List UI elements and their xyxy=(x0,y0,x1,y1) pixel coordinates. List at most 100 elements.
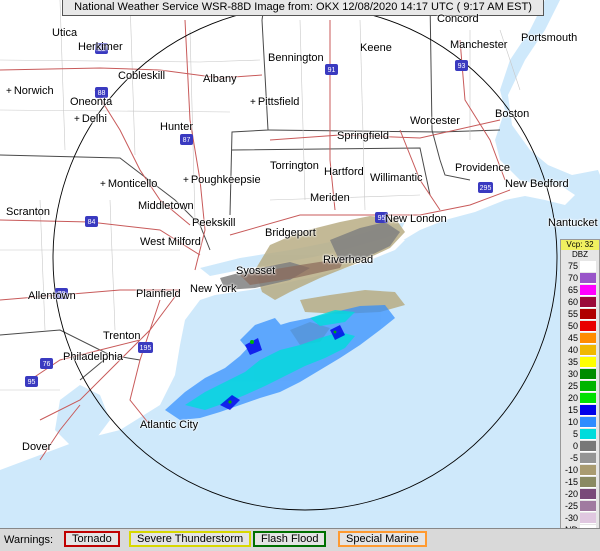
legend-color-swatch xyxy=(580,344,596,356)
warning-flash-flood-button[interactable]: Flash Flood xyxy=(253,531,327,547)
radar-map: 90 91 93 88 87 84 95 78 76 95 195 295 xyxy=(0,0,600,528)
city-label: Bridgeport xyxy=(265,227,316,239)
legend-color-swatch xyxy=(580,260,596,272)
city-label: Delhi xyxy=(74,113,107,126)
city-label: Bennington xyxy=(268,52,324,64)
warning-special-marine-button[interactable]: Special Marine xyxy=(338,531,427,547)
legend-color-swatch xyxy=(580,440,596,452)
legend-level-label: -25 xyxy=(564,501,578,511)
legend-color-swatch xyxy=(580,464,596,476)
city-label: Portsmouth xyxy=(521,32,578,44)
legend-color-swatch xyxy=(580,296,596,308)
city-label: Worcester xyxy=(410,115,460,127)
legend-row: -30 xyxy=(561,512,599,524)
legend-color-swatch xyxy=(580,500,596,512)
legend-color-swatch xyxy=(580,368,596,380)
shield-label: 195 xyxy=(140,345,152,352)
legend-row: 25 xyxy=(561,380,599,392)
legend-color-swatch xyxy=(580,428,596,440)
legend-row: -10 xyxy=(561,464,599,476)
city-label: Syosset xyxy=(236,265,276,277)
legend-color-swatch xyxy=(580,380,596,392)
city-label: Utica xyxy=(52,27,78,39)
legend-color-swatch xyxy=(580,404,596,416)
legend-level-label: -5 xyxy=(569,453,578,463)
city-label: Oneonta xyxy=(70,96,113,108)
vcp-label: Vcp: 32 xyxy=(561,240,599,250)
legend-color-swatch xyxy=(580,284,596,296)
legend-color-swatch xyxy=(580,356,596,368)
city-label: New London xyxy=(385,213,447,225)
legend-level-label: 70 xyxy=(567,273,578,283)
shield-label: 95 xyxy=(28,379,36,386)
legend-level-label: 55 xyxy=(567,309,578,319)
warning-severe-thunderstorm-button[interactable]: Severe Thunderstorm xyxy=(129,531,252,547)
legend-row: 55 xyxy=(561,308,599,320)
city-label: Springfield xyxy=(337,130,389,142)
legend-level-label: -20 xyxy=(564,489,578,499)
city-label: Riverhead xyxy=(323,254,374,266)
city-label: New York xyxy=(190,283,237,295)
city-label: Monticello xyxy=(100,178,158,191)
legend-header: Vcp: 32 DBZ xyxy=(561,240,599,260)
legend-row: 70 xyxy=(561,272,599,284)
legend-level-label: 35 xyxy=(567,357,578,367)
legend-row: -15 xyxy=(561,476,599,488)
dbz-legend: Vcp: 32 DBZ 75 70 65 60 55 50 45 40 35 30 25 20 15 10… xyxy=(560,239,600,537)
city-label: Philadelphia xyxy=(63,351,123,363)
city-label: Scranton xyxy=(6,206,51,218)
legend-row: 60 xyxy=(561,296,599,308)
legend-row: 40 xyxy=(561,344,599,356)
legend-row: 35 xyxy=(561,356,599,368)
legend-row: -25 xyxy=(561,500,599,512)
city-label: Herkimer xyxy=(78,41,123,53)
city-label: Keene xyxy=(360,42,392,54)
legend-color-swatch xyxy=(580,308,596,320)
shield-label: 91 xyxy=(328,67,336,74)
city-label: Meriden xyxy=(310,192,350,204)
legend-row: 15 xyxy=(561,404,599,416)
city-label: Poughkeepsie xyxy=(183,174,261,187)
legend-level-label: -30 xyxy=(564,513,578,523)
city-label: Pittsfield xyxy=(250,96,300,109)
shield-label: 84 xyxy=(88,219,96,226)
city-label: Boston xyxy=(495,108,530,120)
city-label: Manchester xyxy=(450,39,508,51)
legend-level-label: 5 xyxy=(572,429,578,439)
legend-level-label: 40 xyxy=(567,345,578,355)
legend-color-swatch xyxy=(580,416,596,428)
legend-level-label: 25 xyxy=(567,381,578,391)
city-label: Albany xyxy=(203,73,237,85)
legend-row: 5 xyxy=(561,428,599,440)
legend-level-label: 45 xyxy=(567,333,578,343)
legend-rows: 75 70 65 60 55 50 45 40 35 30 25 20 15 10 5 0 -5 -10 -15 -2… xyxy=(561,260,599,536)
city-label: Hunter xyxy=(160,121,194,133)
city-label: Middletown xyxy=(138,200,194,212)
city-label: Nantucket xyxy=(548,217,598,229)
city-label: Trenton xyxy=(103,330,141,342)
city-label: Cobleskill xyxy=(118,70,166,82)
city-label: Willimantic xyxy=(370,172,423,184)
city-label: Peekskill xyxy=(192,217,236,229)
legend-level-label: 50 xyxy=(567,321,578,331)
legend-level-label: 60 xyxy=(567,297,578,307)
legend-color-swatch xyxy=(580,476,596,488)
legend-color-swatch xyxy=(580,320,596,332)
legend-level-label: -10 xyxy=(564,465,578,475)
legend-color-swatch xyxy=(580,332,596,344)
city-label: Concord xyxy=(437,13,479,25)
legend-row: 65 xyxy=(561,284,599,296)
legend-row: 75 xyxy=(561,260,599,272)
city-label: Dover xyxy=(22,441,52,453)
city-label: Providence xyxy=(455,162,511,174)
warning-tornado-button[interactable]: Tornado xyxy=(64,531,120,547)
shield-label: 295 xyxy=(480,185,492,192)
legend-color-swatch xyxy=(580,512,596,524)
legend-level-label: 30 xyxy=(567,369,578,379)
city-label: Torrington xyxy=(270,160,319,172)
legend-color-swatch xyxy=(580,488,596,500)
shield-label: 93 xyxy=(458,63,466,70)
shield-label: 87 xyxy=(183,137,191,144)
legend-color-swatch xyxy=(580,452,596,464)
legend-level-label: 10 xyxy=(567,417,578,427)
